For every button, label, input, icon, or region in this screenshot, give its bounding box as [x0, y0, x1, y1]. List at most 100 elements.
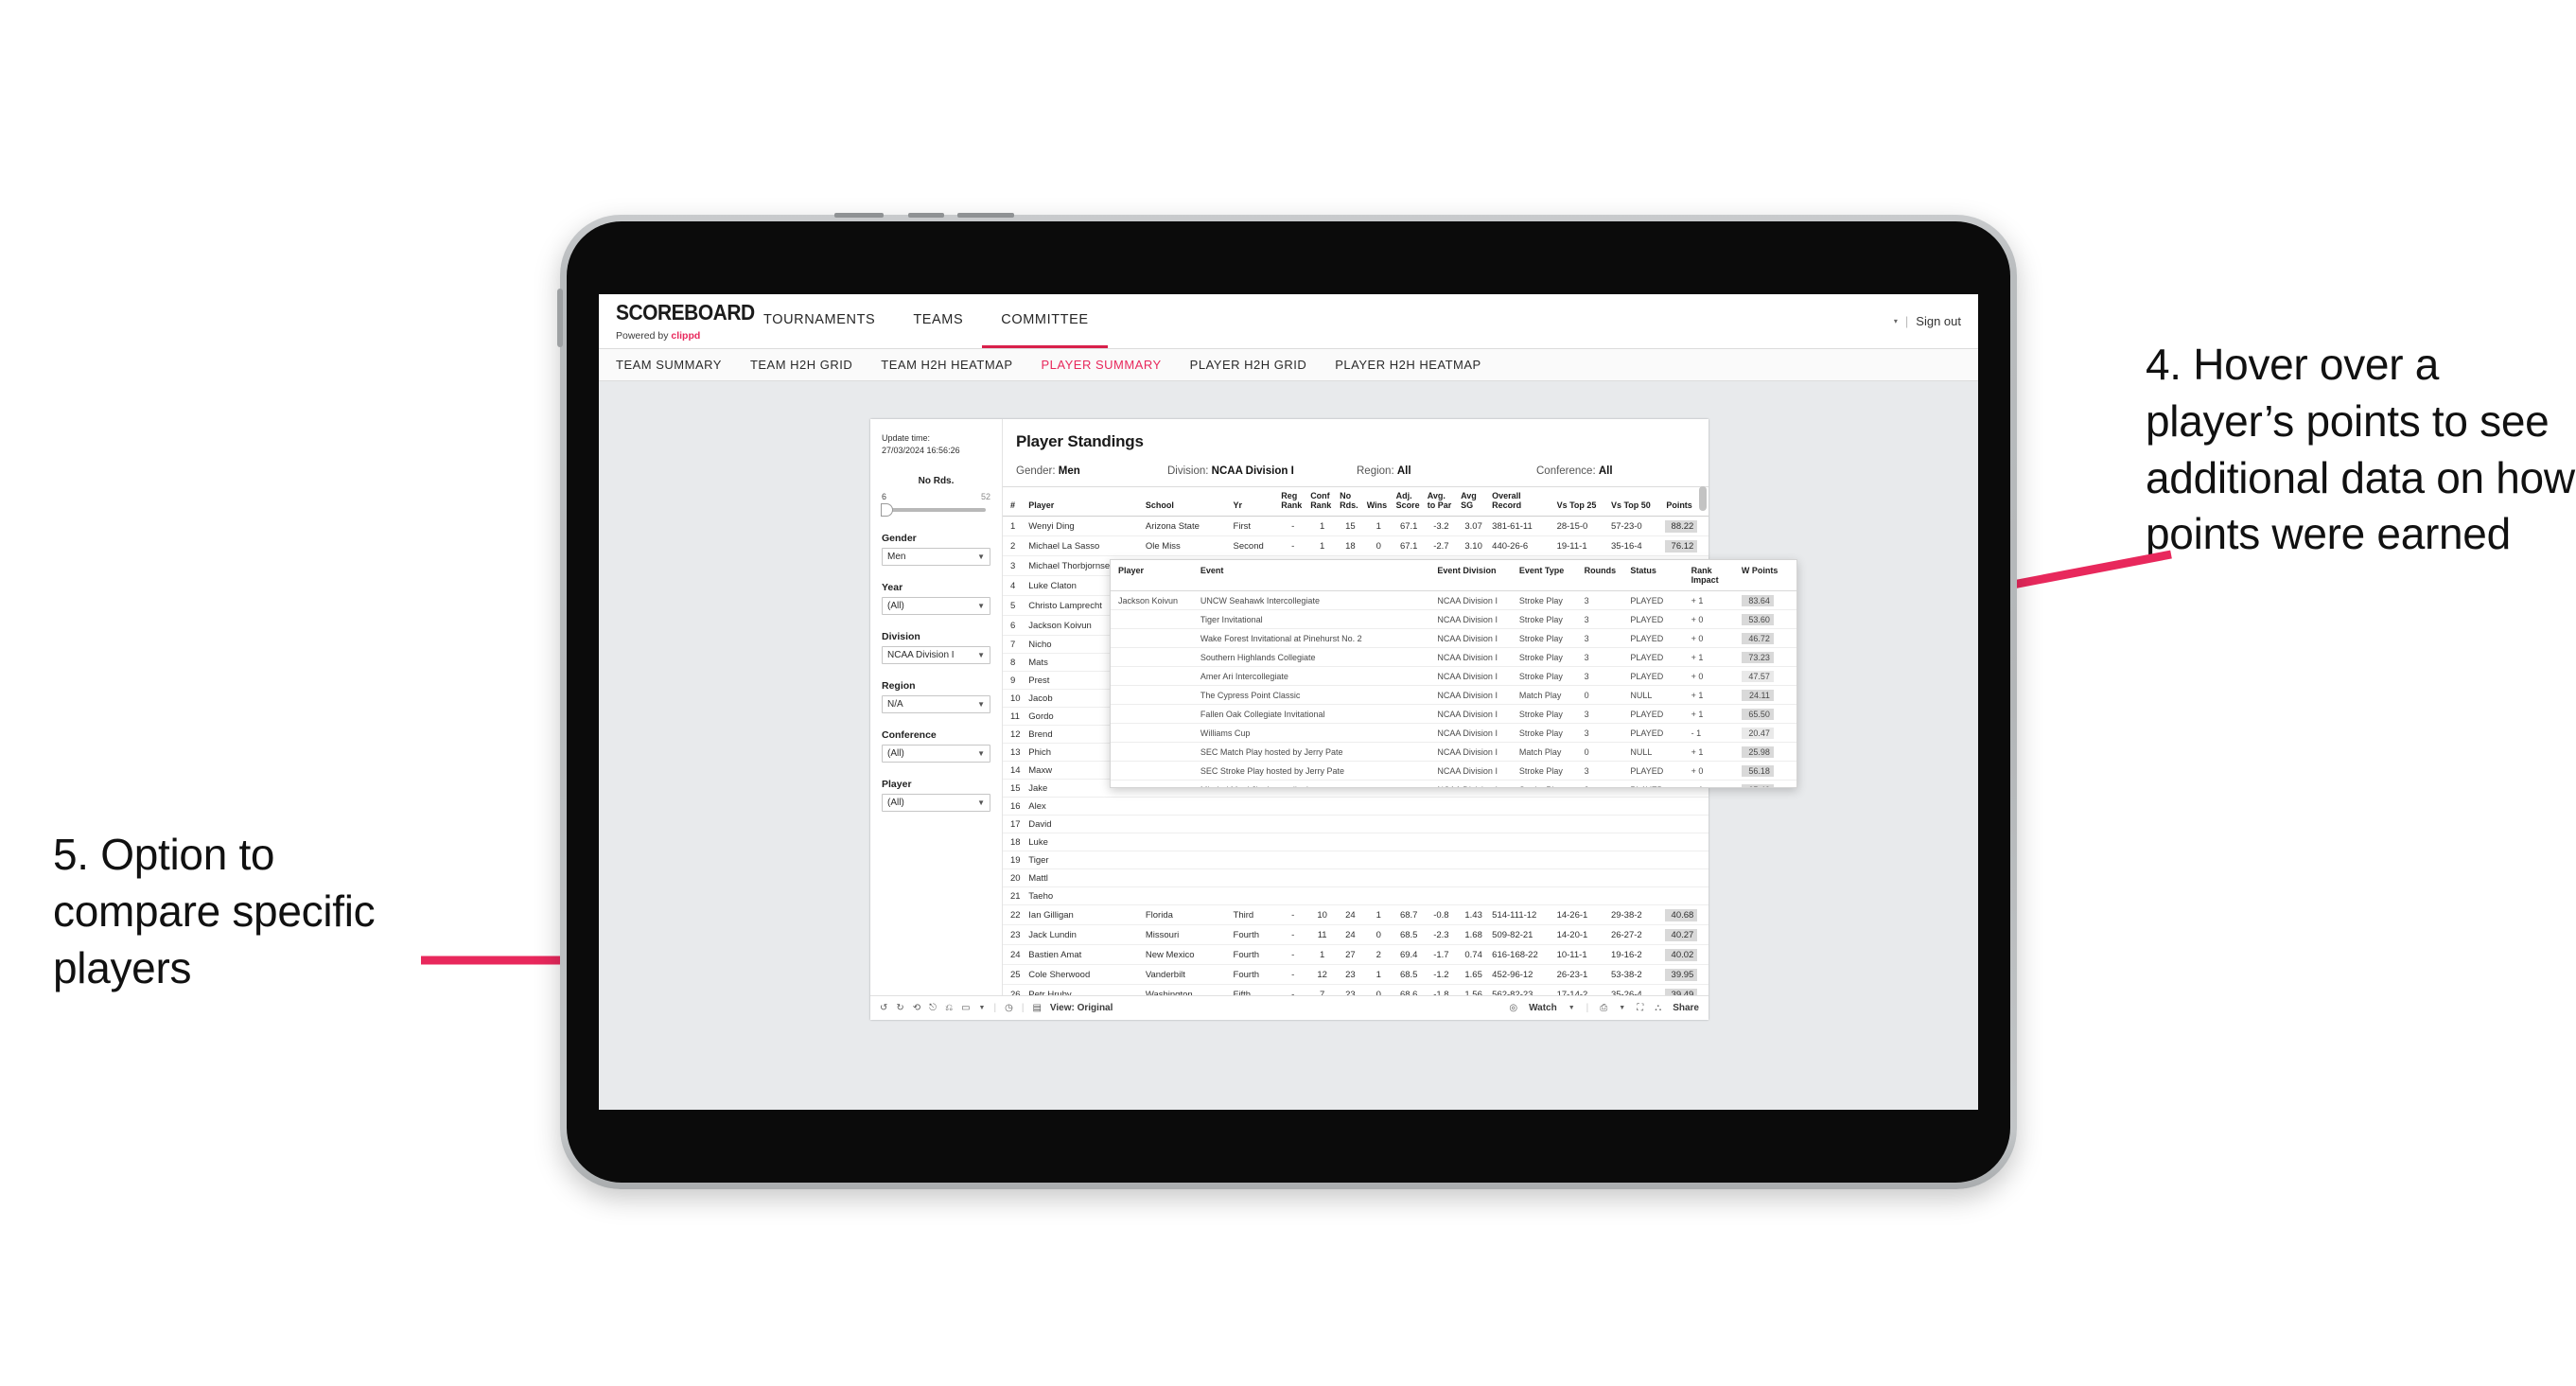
filter-region-select[interactable]: N/A ▼ [882, 695, 990, 714]
col-player[interactable]: Player [1025, 486, 1143, 517]
table-row[interactable]: 20 Mattl [1003, 868, 1709, 887]
tab-team-h2h-heatmap[interactable]: TEAM H2H HEATMAP [881, 358, 1012, 372]
cell-player: Ian Gilligan [1025, 904, 1143, 925]
w-points-value: 56.18 [1741, 764, 1774, 777]
download-icon[interactable]: ⎙ [1600, 1003, 1607, 1013]
sign-out-link[interactable]: Sign out [1916, 314, 1961, 328]
nav-teams[interactable]: TEAMS [894, 294, 982, 348]
rounds-slider-min: 6 [882, 492, 887, 502]
rounds-slider-handle[interactable] [881, 503, 893, 518]
points-value[interactable]: 40.27 [1665, 928, 1698, 941]
chevron-down-icon[interactable]: ▼ [979, 1005, 986, 1011]
cell-yr [1230, 868, 1279, 887]
tt-cell-event: SEC Stroke Play hosted by Jerry Pate [1196, 761, 1434, 781]
view-original-label[interactable]: View: Original [1050, 1003, 1113, 1013]
watch-label[interactable]: Watch [1529, 1003, 1557, 1013]
table-row[interactable]: 23 Jack Lundin Missouri Fourth -11 24 0 68.5 -2.… [1003, 924, 1709, 945]
table-row[interactable]: 26 Petr Hruby Washington Fifth -7 23 0 68.6 -1.8… [1003, 984, 1709, 995]
table-row[interactable]: 25 Cole Sherwood Vanderbilt Fourth -12 23 1 68.… [1003, 964, 1709, 985]
cell-avg-sg: 0.74 [1458, 944, 1490, 965]
redo-icon[interactable]: ↻ [896, 1003, 903, 1013]
tt-col-event-type: Event Type [1515, 560, 1581, 591]
nav-tournaments[interactable]: TOURNAMENTS [745, 294, 894, 348]
nav-committee[interactable]: COMMITTEE [982, 294, 1108, 348]
col-school[interactable]: School [1142, 486, 1231, 517]
col-conf-rank[interactable]: Conf Rank [1307, 486, 1338, 517]
filter-year-select[interactable]: (All) ▼ [882, 597, 990, 616]
power-button[interactable] [557, 289, 563, 347]
tt-cell-player: Jackson Koivun [1111, 590, 1197, 610]
points-value[interactable]: 76.12 [1665, 539, 1698, 553]
pause-updates-icon[interactable]: ⎌ [945, 1003, 953, 1013]
table-row[interactable]: 18 Luke [1003, 833, 1709, 851]
cell-vs-top-50 [1607, 868, 1663, 887]
annotation-hover-points: 4. Hover over a player’s points to see a… [2146, 340, 2575, 559]
table-row[interactable]: 21 Taeho [1003, 886, 1709, 905]
tab-player-h2h-grid[interactable]: PLAYER H2H GRID [1190, 358, 1307, 372]
points-value[interactable]: 88.22 [1665, 519, 1698, 533]
tt-cell-rank-impact: + 0 [1687, 761, 1738, 781]
cell-avg-sg: 3.07 [1458, 516, 1490, 536]
cell-yr: Second [1230, 535, 1279, 556]
col-rank[interactable]: # [1003, 486, 1026, 517]
points-value[interactable]: 40.68 [1665, 908, 1698, 921]
table-row[interactable]: 16 Alex [1003, 797, 1709, 816]
table-row[interactable]: 19 Tiger [1003, 851, 1709, 869]
table-scrollbar-thumb[interactable] [1699, 486, 1707, 511]
col-vs-top-25[interactable]: Vs Top 25 [1553, 486, 1608, 517]
view-original-icon[interactable]: ▤ [1032, 1003, 1041, 1013]
cell-rank: 9 [1003, 671, 1026, 690]
cell-conf-rank [1307, 868, 1338, 887]
table-row[interactable]: 22 Ian Gilligan Florida Third -10 24 1 68.7 -0.8… [1003, 904, 1709, 925]
brand-logo[interactable]: SCOREBOARD Powered by clippd [599, 294, 755, 348]
cell-wins [1363, 797, 1393, 816]
tt-cell-event-type: Stroke Play [1515, 723, 1581, 743]
table-row[interactable]: 24 Bastien Amat New Mexico Fourth -1 27 2 69.4-… [1003, 944, 1709, 965]
tab-team-summary[interactable]: TEAM SUMMARY [616, 358, 722, 372]
custom-view-icon[interactable]: ▭ [961, 1003, 970, 1013]
table-row[interactable]: 2 Michael La Sasso Ole Miss Second -1 18 0 67.1… [1003, 535, 1709, 556]
cell-adj-score [1393, 833, 1425, 851]
col-reg-rank[interactable]: Reg Rank [1278, 486, 1308, 517]
chevron-down-icon[interactable]: ▼ [1619, 1005, 1625, 1011]
rounds-slider-track[interactable] [881, 503, 987, 518]
tt-cell-status: PLAYED [1626, 647, 1688, 667]
tab-player-summary[interactable]: PLAYER SUMMARY [1042, 358, 1162, 372]
table-row[interactable]: 17 David [1003, 815, 1709, 833]
filter-year-value: (All) [887, 601, 904, 612]
chevron-down-icon[interactable]: ▾ [1894, 317, 1898, 325]
table-row[interactable]: 1 Wenyi Ding Arizona State First -1 15 1 67.1 -3… [1003, 516, 1709, 536]
col-wins[interactable]: Wins [1363, 486, 1393, 517]
refresh-data-icon[interactable]: ⎋ [929, 1003, 937, 1013]
col-yr[interactable]: Yr [1230, 486, 1279, 517]
col-adj-score[interactable]: Adj. Score [1393, 486, 1425, 517]
fullscreen-icon[interactable]: ⛶ [1637, 1003, 1643, 1013]
col-no-rds[interactable]: No Rds. [1337, 486, 1364, 517]
points-value[interactable]: 39.95 [1665, 968, 1698, 981]
filter-gender-select[interactable]: Men ▼ [882, 548, 990, 567]
points-value[interactable]: 40.02 [1665, 948, 1698, 961]
account-area: ▾ | Sign out [1894, 294, 1978, 348]
col-avg-to-par[interactable]: Avg. to Par [1424, 486, 1459, 517]
share-label[interactable]: Share [1673, 1003, 1699, 1013]
points-value[interactable]: 39.49 [1665, 988, 1698, 995]
col-avg-sg[interactable]: Avg SG [1458, 486, 1490, 517]
filter-division-select[interactable]: NCAA Division I ▼ [882, 646, 990, 665]
meta-division-key: Division: [1167, 465, 1209, 477]
filter-player-select[interactable]: (All) ▼ [882, 794, 990, 813]
revert-icon[interactable]: ⟲ [913, 1003, 920, 1013]
filter-conference-select[interactable]: (All) ▼ [882, 745, 990, 763]
share-icon[interactable]: ⛬ [1655, 1003, 1661, 1013]
tab-player-h2h-heatmap[interactable]: PLAYER H2H HEATMAP [1335, 358, 1481, 372]
cell-avg-sg [1458, 886, 1490, 905]
history-icon[interactable]: ◷ [1005, 1003, 1013, 1013]
undo-icon[interactable]: ↺ [880, 1003, 887, 1013]
col-vs-top-50[interactable]: Vs Top 50 [1607, 486, 1663, 517]
col-overall-record[interactable]: Overall Record [1489, 486, 1554, 517]
tab-team-h2h-grid[interactable]: TEAM H2H GRID [750, 358, 852, 372]
chevron-down-icon[interactable]: ▼ [1568, 1005, 1575, 1011]
watch-icon[interactable]: ◎ [1509, 1003, 1517, 1013]
filter-division: Division NCAA Division I ▼ [882, 631, 990, 665]
cell-avg-sg [1458, 815, 1490, 833]
tt-cell-event-division: NCAA Division I [1433, 647, 1516, 667]
